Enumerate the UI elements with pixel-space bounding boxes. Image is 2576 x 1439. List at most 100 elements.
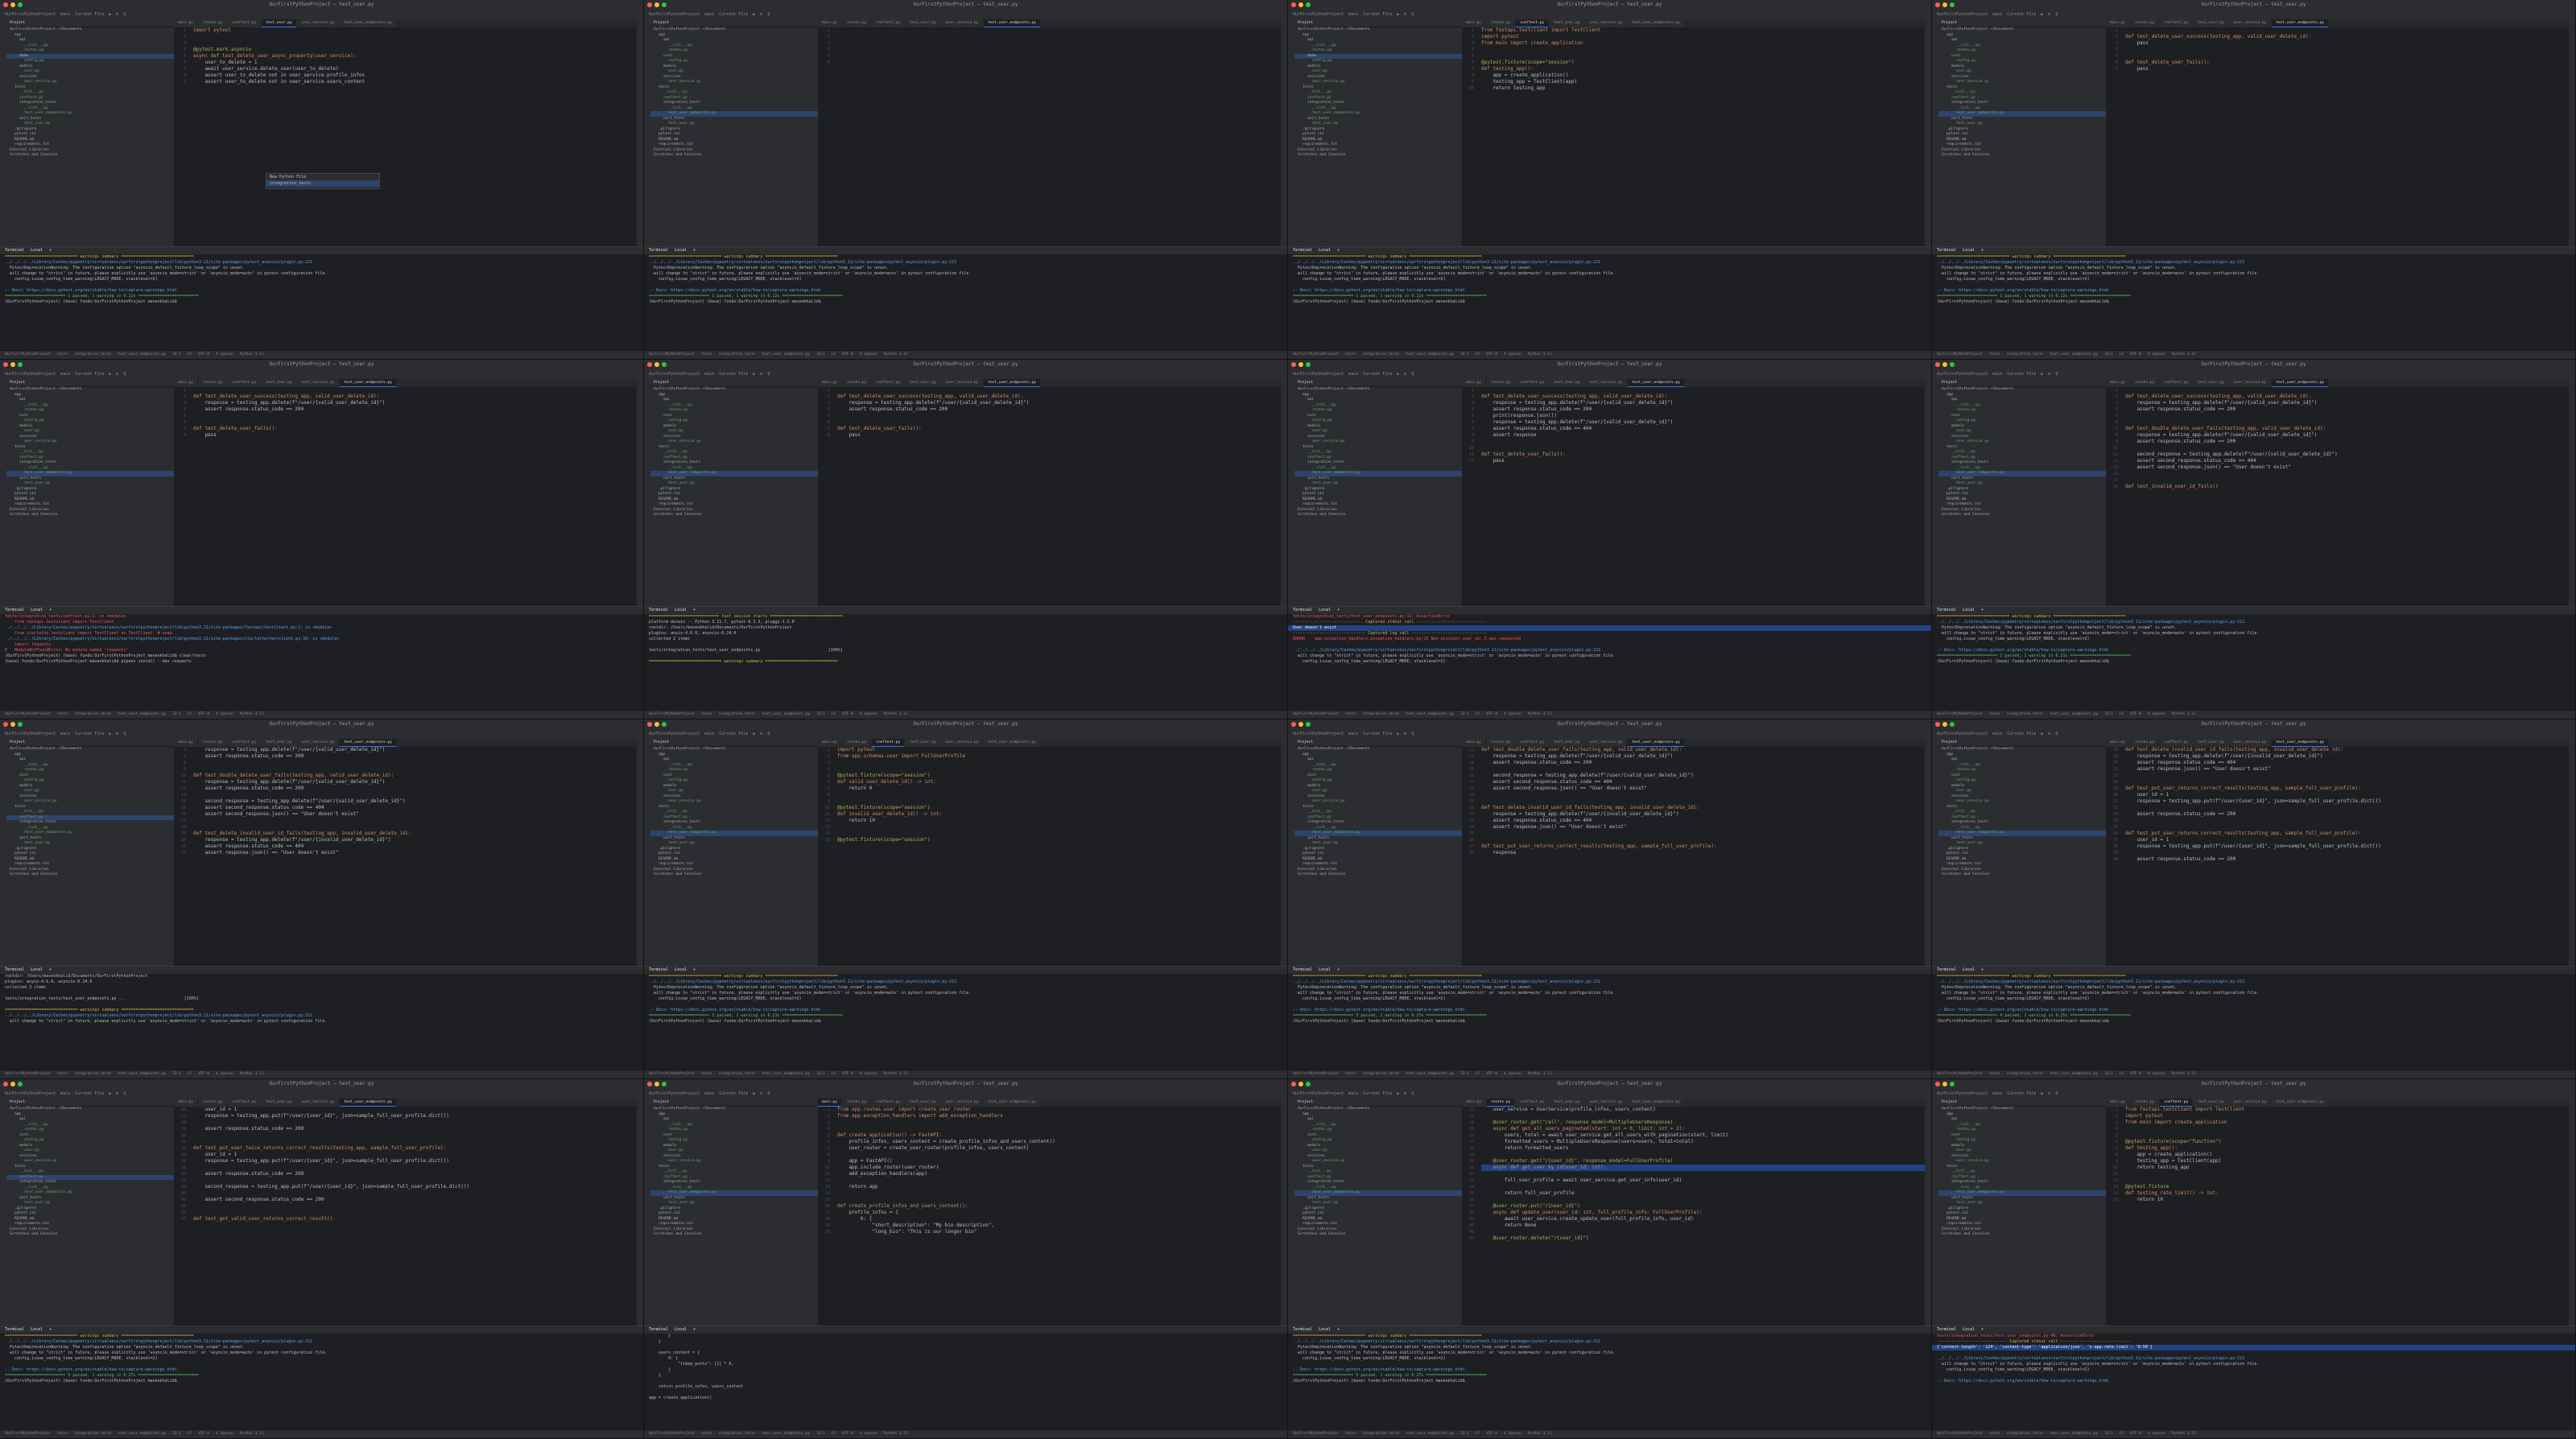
tool-window-strip-left[interactable] <box>1288 19 1294 246</box>
toolbar-item[interactable]: Q <box>767 369 770 379</box>
status-item[interactable]: test_user_endpoints.py <box>1406 1072 1455 1076</box>
toolbar-item[interactable]: main <box>1348 10 1358 19</box>
toolbar-item[interactable]: Q <box>2055 369 2058 379</box>
terminal-tab[interactable]: + <box>693 608 696 612</box>
status-item[interactable]: 33:1 <box>2104 1072 2113 1076</box>
status-item[interactable]: 4 spaces <box>1504 1432 1521 1436</box>
editor-tab[interactable]: conftest.py <box>228 1099 261 1107</box>
editor-tab[interactable]: conftest.py <box>228 379 261 387</box>
tool-window-strip-right[interactable] <box>1925 379 1931 606</box>
status-item[interactable]: LF <box>832 1072 836 1076</box>
status-item[interactable]: tests <box>1989 353 2000 357</box>
tool-window-strip-right[interactable] <box>637 379 643 606</box>
status-item[interactable]: integration_tests <box>2006 712 2043 716</box>
status-item[interactable]: 33:1 <box>172 353 181 357</box>
status-item[interactable]: tests <box>701 712 712 716</box>
editor-tab[interactable]: main.py <box>2106 379 2129 387</box>
status-item[interactable]: test_user_endpoints.py <box>762 353 811 357</box>
toolbar-item[interactable]: Q <box>767 729 770 739</box>
editor-tab[interactable]: test_user_endpoints.py <box>340 1099 396 1107</box>
status-item[interactable]: tests <box>1345 353 1356 357</box>
project-panel-header[interactable]: Project <box>650 739 818 747</box>
terminal-tab[interactable]: + <box>693 1327 696 1332</box>
code-editor[interactable]: 1 2 3 4 5 6 7 8 9 10 11 12 13 14 15 import pytest from a… <box>818 747 1281 966</box>
editor-tab[interactable]: user_service.py <box>941 739 983 747</box>
status-item[interactable]: LF <box>832 712 836 716</box>
tool-window-strip-left[interactable] <box>0 1099 6 1326</box>
editor-tab[interactable]: test_user.py <box>906 379 940 387</box>
editor-tab[interactable]: routes.py <box>2130 739 2159 747</box>
editor-tab[interactable]: user_service.py <box>2229 739 2271 747</box>
status-item[interactable]: Python 3.11 <box>884 353 908 357</box>
status-item[interactable]: test_user_endpoints.py <box>1406 1432 1455 1436</box>
toolbar-item[interactable]: main <box>1348 729 1358 739</box>
editor-tab[interactable]: conftest.py <box>2160 1099 2193 1107</box>
project-panel-header[interactable]: Project <box>6 1099 174 1107</box>
toolbar-item[interactable]: ⚙ <box>1404 1089 1406 1099</box>
project-panel-header[interactable]: Project <box>1938 19 2106 27</box>
toolbar-item[interactable]: Current File <box>2007 729 2036 739</box>
toolbar-item[interactable]: main <box>60 10 70 19</box>
editor-tab[interactable]: routes.py <box>2130 379 2159 387</box>
status-item[interactable]: 33:1 <box>1460 353 1469 357</box>
terminal-tab[interactable]: + <box>1337 967 1340 972</box>
toolbar-item[interactable]: main <box>704 369 714 379</box>
project-tree-item[interactable]: Scratches and Consoles <box>1938 1232 2106 1238</box>
status-item[interactable]: UTF-8 <box>198 353 209 357</box>
code-editor[interactable]: 1 2 3 4 5 6 7 8 9 10 11 12 13 14 15 from fastapi.testcl… <box>2106 1107 2569 1326</box>
project-tree-item[interactable]: Scratches and Consoles <box>6 513 174 518</box>
code-editor[interactable]: 1 2 3 4 5 6 7 8 def test_delete_user_success(tes… <box>174 387 637 606</box>
editor-tab[interactable]: user_service.py <box>1585 739 1627 747</box>
status-item[interactable]: LF <box>832 1432 836 1436</box>
status-item[interactable]: integration_tests <box>1362 1432 1399 1436</box>
status-item[interactable]: integration_tests <box>74 712 111 716</box>
editor-tab[interactable]: user_service.py <box>941 1099 983 1107</box>
tool-window-strip-right[interactable] <box>637 739 643 966</box>
toolbar-item[interactable]: ▶ <box>1397 1089 1399 1099</box>
project-panel-header[interactable]: Project <box>1294 379 1462 387</box>
status-item[interactable]: UTF-8 <box>842 1072 853 1076</box>
terminal-tab[interactable]: Terminal <box>649 608 668 612</box>
status-item[interactable]: OurFirstPythonProject <box>1937 1432 1983 1436</box>
terminal-tab[interactable]: Terminal <box>5 1327 24 1332</box>
status-item[interactable]: integration_tests <box>718 1432 755 1436</box>
status-item[interactable]: integration_tests <box>718 1072 755 1076</box>
editor-tab[interactable]: routes.py <box>2130 19 2159 27</box>
status-item[interactable]: 4 spaces <box>216 712 233 716</box>
status-item[interactable]: integration_tests <box>1362 353 1399 357</box>
status-item[interactable]: Python 3.11 <box>240 712 264 716</box>
toolbar-item[interactable]: Q <box>123 10 126 19</box>
toolbar-item[interactable]: main <box>704 10 714 19</box>
status-item[interactable]: test_user_endpoints.py <box>1406 353 1455 357</box>
editor-tab[interactable]: main.py <box>174 1099 197 1107</box>
status-item[interactable]: UTF-8 <box>2130 1072 2141 1076</box>
status-item[interactable]: tests <box>1345 1072 1356 1076</box>
status-item[interactable]: 33:1 <box>816 1072 825 1076</box>
editor-tab[interactable]: user_service.py <box>1585 379 1627 387</box>
status-item[interactable]: LF <box>1476 1072 1480 1076</box>
terminal-tab[interactable]: + <box>49 967 52 972</box>
project-tree-item[interactable]: Scratches and Consoles <box>650 153 818 159</box>
editor-tab[interactable]: conftest.py <box>872 379 905 387</box>
toolbar-item[interactable]: OurFirstPythonProject <box>5 369 56 379</box>
tool-window-strip-right[interactable] <box>1281 1099 1287 1326</box>
status-item[interactable]: Python 3.11 <box>884 1072 908 1076</box>
toolbar-item[interactable]: Current File <box>1363 1089 1392 1099</box>
status-item[interactable]: LF <box>832 353 836 357</box>
tool-window-strip-left[interactable] <box>1288 379 1294 606</box>
editor-tab[interactable]: conftest.py <box>1516 379 1549 387</box>
status-item[interactable]: LF <box>188 1432 192 1436</box>
status-item[interactable]: 4 spaces <box>216 1072 233 1076</box>
status-item[interactable]: OurFirstPythonProject <box>1293 712 1339 716</box>
editor-tab[interactable]: test_user.py <box>906 1099 940 1107</box>
editor-tab[interactable]: user_service.py <box>2229 379 2271 387</box>
status-item[interactable]: OurFirstPythonProject <box>649 1432 695 1436</box>
editor-tab[interactable]: conftest.py <box>228 19 261 27</box>
terminal-tab[interactable]: Local <box>1319 608 1331 612</box>
editor-tab[interactable]: user_service.py <box>941 379 983 387</box>
editor-tab[interactable]: test_user_endpoints.py <box>984 19 1040 27</box>
terminal-tab[interactable]: Local <box>1319 1327 1331 1332</box>
toolbar-item[interactable]: OurFirstPythonProject <box>1937 10 1988 19</box>
code-editor[interactable]: 1 2 3 4 5 6 7 8 9 10 11 12 def test_delete_user_succ… <box>1462 387 1925 606</box>
terminal-tab[interactable]: Terminal <box>5 248 24 253</box>
